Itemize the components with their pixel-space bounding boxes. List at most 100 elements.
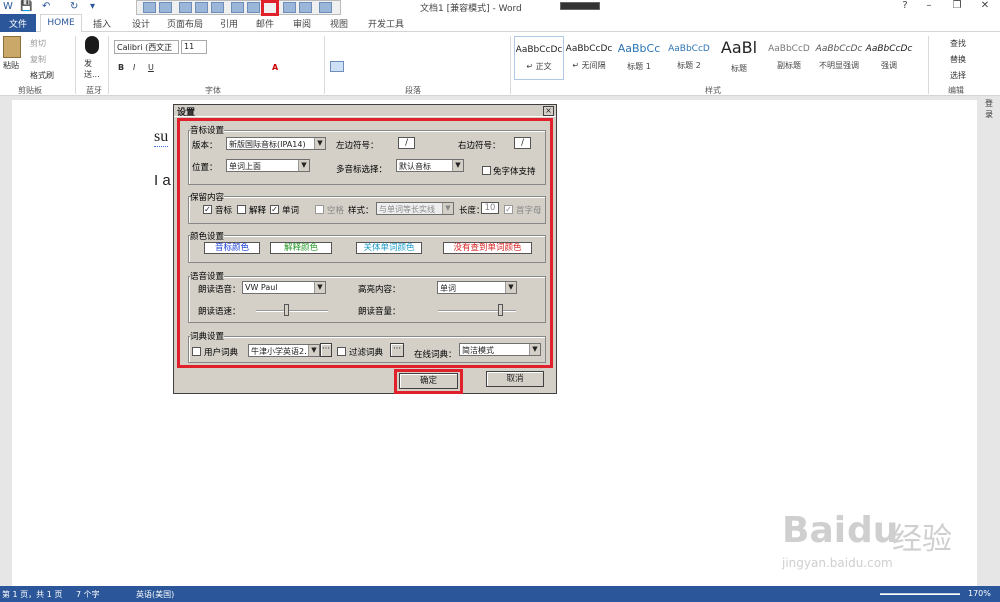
close-button[interactable]: ✕ (972, 0, 998, 14)
addin-icon-3[interactable] (179, 2, 192, 13)
phonetic-color-button[interactable]: 音标颜色 (204, 242, 260, 254)
speed-slider-thumb[interactable] (284, 304, 289, 316)
tab-design[interactable]: 设计 (132, 17, 150, 30)
status-words[interactable]: 7 个字 (76, 589, 100, 600)
font-name-select[interactable]: Calibri (西文正 (114, 40, 179, 54)
style-no-spacing[interactable]: AaBbCcDc ↵ 无间隔 (564, 36, 614, 80)
position-select[interactable]: 单词上面 ▼ (226, 159, 310, 172)
font-color-button[interactable]: A (272, 63, 278, 72)
filter-dict-browse-button[interactable]: ··· (390, 343, 404, 357)
restore-button[interactable]: ❐ (944, 0, 970, 14)
user-dict-checkbox[interactable] (192, 347, 201, 356)
keep-space-checkbox[interactable] (315, 205, 324, 214)
keep-length-input[interactable]: 10 (481, 202, 499, 214)
style-title[interactable]: AaBl 标题 (714, 36, 764, 80)
addin-icon-7[interactable] (247, 2, 260, 13)
ok-button[interactable]: 确定 (399, 373, 458, 389)
addin-icon-6[interactable] (231, 2, 244, 13)
keep-explain-label: 解释 (249, 206, 267, 216)
copy-button[interactable]: 复制 (30, 54, 46, 65)
tab-mailings[interactable]: 邮件 (256, 17, 274, 30)
zoom-slider[interactable] (880, 593, 960, 595)
addin-toolbar (136, 0, 341, 16)
tab-file[interactable]: 文件 (0, 14, 36, 32)
style-normal[interactable]: AaBbCcDc ↵ 正文 (514, 36, 564, 80)
style-subtle-emphasis[interactable]: AaBbCcDc 不明显强调 (814, 36, 864, 80)
addin-icon-5[interactable] (211, 2, 224, 13)
align-left-icon[interactable] (330, 61, 344, 72)
word-color-button[interactable]: 关体单词颜色 (356, 242, 422, 254)
settings-icon-highlight[interactable] (261, 0, 279, 16)
speed-slider-track[interactable] (256, 310, 328, 312)
voice-select[interactable]: VW Paul ▼ (242, 281, 326, 294)
cancel-button[interactable]: 取消 (486, 371, 544, 387)
user-dict-browse-button[interactable]: ··· (320, 343, 332, 357)
addin-icon-2[interactable] (159, 2, 172, 13)
keep-word-checkbox[interactable]: ✓ (270, 205, 279, 214)
keep-initial-label: 首字母 (516, 206, 542, 216)
volume-slider-thumb[interactable] (498, 304, 503, 316)
status-zoom[interactable]: 170% (968, 589, 991, 598)
keep-style-select[interactable]: 与单词等长实线 ▼ (376, 202, 454, 215)
tab-insert[interactable]: 插入 (93, 17, 111, 30)
find-button[interactable]: 查找 (950, 38, 966, 49)
user-dict-select[interactable]: 牛津小学英语2. ▼ (248, 344, 320, 357)
paragraph-group-label: 段落 (405, 86, 421, 95)
notfound-color-button[interactable]: 没有查到单词颜色 (443, 242, 532, 254)
tab-layout[interactable]: 页面布局 (167, 17, 203, 30)
version-select[interactable]: 新版国际音标(IPA14) ▼ (226, 137, 326, 150)
left-symbol-input[interactable]: / (398, 137, 415, 149)
tab-references[interactable]: 引用 (220, 17, 238, 30)
tab-developer[interactable]: 开发工具 (368, 17, 404, 30)
bluetooth-send-button[interactable]: 发送... (84, 58, 104, 80)
addin-icon-4[interactable] (195, 2, 208, 13)
style-subtitle[interactable]: AaBbCcD 副标题 (764, 36, 814, 80)
right-symbol-input[interactable]: / (514, 137, 531, 149)
paste-button[interactable]: 粘贴 (3, 60, 19, 71)
addin-icon-1[interactable] (143, 2, 156, 13)
filter-dict-label: 过滤词典 (349, 348, 384, 358)
keep-initial-checkbox[interactable]: ✓ (504, 205, 513, 214)
addin-icon-10[interactable] (299, 2, 312, 13)
volume-slider-track[interactable] (438, 310, 516, 312)
status-language[interactable]: 英语(美国) (136, 589, 174, 600)
font-size-select[interactable]: 11 (181, 40, 207, 54)
keep-explain-checkbox[interactable] (237, 205, 246, 214)
help-button[interactable]: ? (892, 0, 918, 14)
replace-button[interactable]: 替换 (950, 54, 966, 65)
dialog-close-button[interactable]: × (543, 106, 554, 116)
bluetooth-icon[interactable] (85, 36, 99, 54)
minimize-button[interactable]: – (916, 0, 942, 14)
login-button[interactable]: 登录 (985, 98, 1000, 120)
tab-home[interactable]: HOME (40, 14, 82, 33)
save-icon[interactable]: 💾 (20, 1, 32, 12)
cut-button[interactable]: 剪切 (30, 38, 46, 49)
style-heading1[interactable]: AaBbCc 标题 1 (614, 36, 664, 80)
filter-dict-checkbox[interactable] (337, 347, 346, 356)
clipboard-group-label: 剪贴板 (18, 86, 42, 95)
highlight-select[interactable]: 单词 ▼ (437, 281, 517, 294)
italic-button[interactable]: I (133, 63, 135, 72)
explain-color-button[interactable]: 解释颜色 (270, 242, 332, 254)
tab-review[interactable]: 审阅 (293, 17, 311, 30)
style-emphasis[interactable]: AaBbCcDc 强调 (864, 36, 914, 80)
tab-view[interactable]: 视图 (330, 17, 348, 30)
ribbon-tabs: 文件 HOME 插入 设计 页面布局 引用 邮件 审阅 视图 开发工具 (0, 14, 1000, 33)
keep-phonetic-label: 音标 (215, 206, 233, 216)
style-heading2[interactable]: AaBbCcD 标题 2 (664, 36, 714, 80)
status-page[interactable]: 第 1 页，共 1 页 (2, 589, 62, 600)
format-painter-button[interactable]: 格式刷 (30, 70, 54, 81)
paste-icon[interactable] (3, 36, 21, 58)
multi-phonetic-select[interactable]: 默认音标 ▼ (396, 159, 464, 172)
select-button[interactable]: 选择 (950, 70, 966, 81)
addin-icon-9[interactable] (283, 2, 296, 13)
customize-icon[interactable]: ▾ (90, 1, 95, 12)
keep-phonetic-checkbox[interactable]: ✓ (203, 205, 212, 214)
underline-button[interactable]: U (148, 63, 154, 72)
online-dict-select[interactable]: 简洁模式 ▼ (459, 343, 541, 356)
addin-icon-11[interactable] (319, 2, 332, 13)
font-free-checkbox[interactable] (482, 166, 491, 175)
bold-button[interactable]: B (118, 63, 124, 72)
redo-icon[interactable]: ↻ (70, 1, 78, 12)
undo-icon[interactable]: ↶ (42, 1, 50, 12)
